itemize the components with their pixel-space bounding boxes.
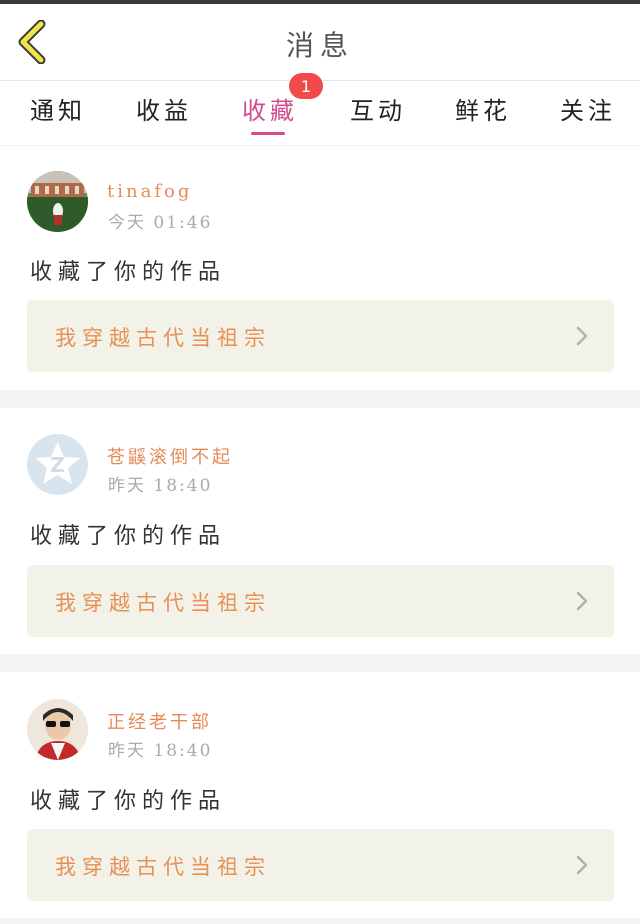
username[interactable]: 正经老干部 (107, 708, 212, 734)
chevron-right-icon (576, 855, 588, 875)
work-title: 我穿越古代当祖宗 (55, 591, 271, 615)
page-title: 消息 (285, 29, 354, 62)
work-link[interactable]: 我穿越古代当祖宗 (27, 565, 614, 637)
username[interactable]: 苍鼷滚倒不起 (107, 443, 233, 469)
avatar[interactable]: Z (27, 434, 88, 495)
avatar[interactable] (27, 171, 88, 232)
work-title: 我穿越古代当祖宗 (55, 855, 271, 879)
tab-badge: 1 (289, 73, 323, 99)
timestamp: 昨天 18:40 (108, 476, 213, 496)
tab-flowers[interactable]: 鲜花 (455, 91, 511, 126)
tab-interactions[interactable]: 互动 (350, 91, 406, 126)
list-item: 正经老干部 昨天 18:40 收藏了你的作品 我穿越古代当祖宗 (0, 672, 640, 918)
timestamp: 昨天 18:40 (108, 741, 213, 761)
header-bar: 消息 (0, 4, 640, 81)
work-link[interactable]: 我穿越古代当祖宗 (27, 300, 614, 372)
active-tab-indicator (251, 132, 285, 135)
list-item: Z 苍鼷滚倒不起 昨天 18:40 收藏了你的作品 我穿越古代当祖宗 (0, 408, 640, 654)
action-text: 收藏了你的作品 (30, 524, 227, 549)
tab-following[interactable]: 关注 (560, 91, 616, 126)
tab-earnings[interactable]: 收益 (136, 91, 192, 126)
username[interactable]: tinafog (107, 181, 192, 202)
work-link[interactable]: 我穿越古代当祖宗 (27, 829, 614, 901)
tab-notifications[interactable]: 通知 (30, 91, 86, 126)
tab-favorites[interactable]: 收藏 (242, 91, 298, 126)
list-item: tinafog 今天 01:46 收藏了你的作品 我穿越古代当祖宗 (0, 146, 640, 390)
timestamp: 今天 01:46 (108, 213, 213, 233)
chevron-right-icon (576, 591, 588, 611)
chevron-right-icon (576, 326, 588, 346)
avatar[interactable] (27, 699, 88, 760)
work-title: 我穿越古代当祖宗 (55, 326, 271, 350)
action-text: 收藏了你的作品 (30, 789, 227, 814)
svg-text:Z: Z (50, 453, 65, 477)
action-text: 收藏了你的作品 (30, 260, 227, 285)
